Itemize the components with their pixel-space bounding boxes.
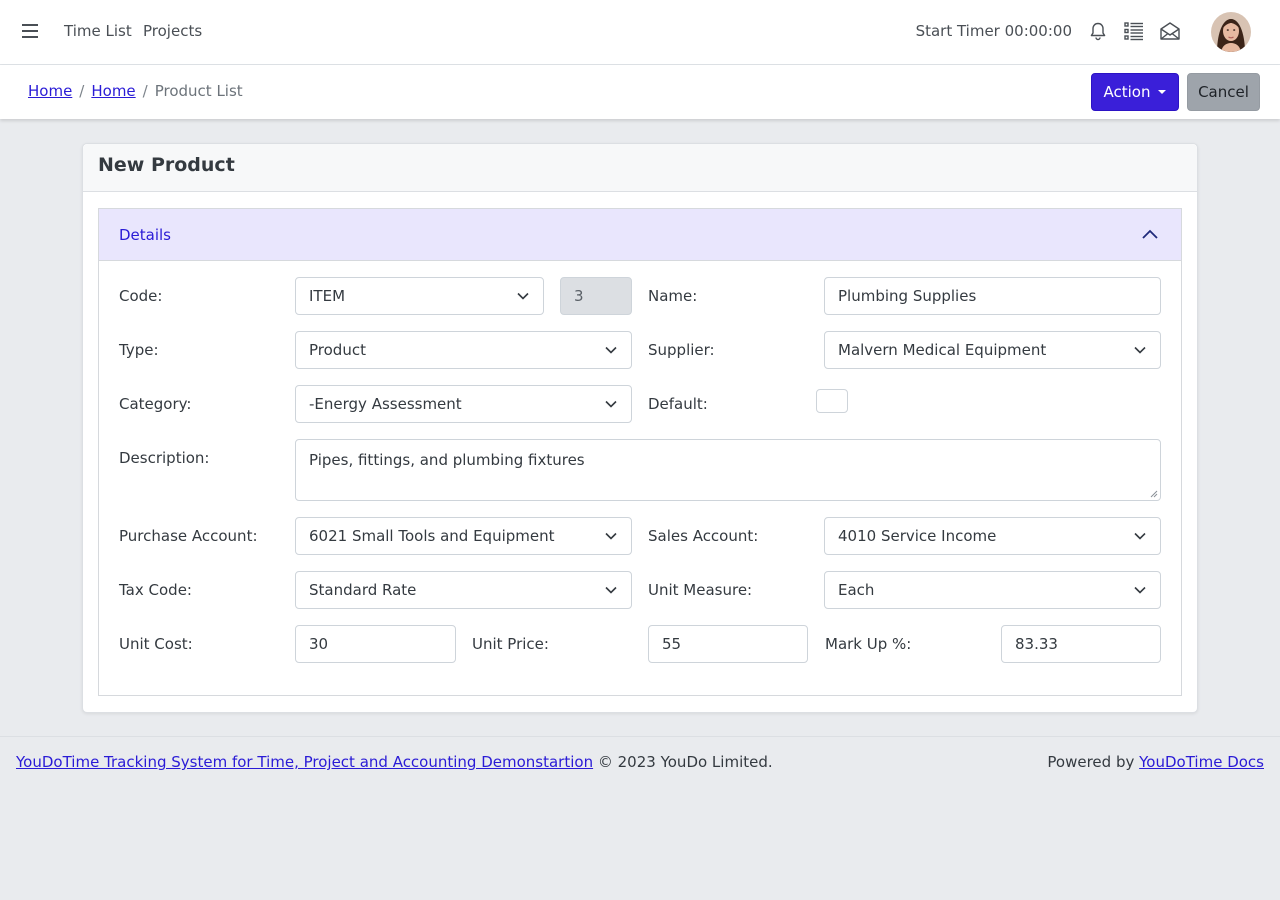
purchase-account-select[interactable]: 6021 Small Tools and Equipment [295, 517, 632, 555]
name-input[interactable]: Plumbing Supplies [824, 277, 1161, 315]
mark-up-label: Mark Up %: [825, 635, 912, 653]
chevron-down-icon [1134, 532, 1146, 540]
breadcrumb-current: Product List [154, 82, 243, 100]
bell-icon[interactable] [1087, 20, 1109, 42]
supplier-label: Supplier: [648, 341, 715, 359]
chevron-down-icon [1134, 346, 1146, 354]
footer-left: YouDoTime Tracking System for Time, Proj… [16, 753, 773, 771]
code-number-field: 3 [560, 277, 632, 315]
footer: YouDoTime Tracking System for Time, Proj… [0, 736, 1280, 786]
breadcrumb: Home / Home / Product List [28, 82, 243, 100]
mark-up-input[interactable]: 83.33 [1001, 625, 1161, 663]
purchase-account-label: Purchase Account: [119, 527, 258, 545]
tax-code-label: Tax Code: [119, 581, 192, 599]
category-label: Category: [119, 395, 192, 413]
chevron-down-icon [605, 400, 617, 408]
category-select-value: -Energy Assessment [309, 395, 462, 413]
start-timer[interactable]: Start Timer 00:00:00 [916, 22, 1072, 40]
unit-measure-select[interactable]: Each [824, 571, 1161, 609]
nav-time-list[interactable]: Time List [64, 22, 132, 40]
unit-price-label: Unit Price: [472, 635, 549, 653]
type-select-value: Product [309, 341, 366, 359]
hamburger-menu-icon[interactable] [22, 24, 38, 40]
type-label: Type: [119, 341, 159, 359]
unit-measure-value: Each [838, 581, 875, 599]
footer-app-link[interactable]: YouDoTime Tracking System for Time, Proj… [16, 753, 593, 771]
code-label: Code: [119, 287, 163, 305]
name-label: Name: [648, 287, 698, 305]
description-text: Pipes, fittings, and plumbing fixtures [309, 451, 585, 469]
chevron-down-icon [605, 532, 617, 540]
purchase-account-value: 6021 Small Tools and Equipment [309, 527, 555, 545]
footer-copyright: © 2023 YouDo Limited. [597, 753, 773, 771]
envelope-icon[interactable] [1159, 20, 1181, 42]
description-textarea[interactable]: Pipes, fittings, and plumbing fixtures [295, 439, 1161, 501]
user-avatar[interactable] [1211, 12, 1251, 52]
caret-down-icon [1158, 90, 1167, 94]
unit-price-input[interactable]: 55 [648, 625, 808, 663]
chevron-down-icon [605, 346, 617, 354]
default-label: Default: [648, 395, 708, 413]
resize-grip-icon[interactable] [1150, 490, 1158, 498]
footer-powered-by: Powered by [1047, 753, 1135, 771]
chevron-down-icon [605, 586, 617, 594]
chevron-down-icon [1134, 586, 1146, 594]
card-header: New Product [83, 144, 1197, 192]
chevron-down-icon [517, 292, 529, 300]
details-section: Details Code: ITEM 3 Name: Plumbing Supp… [98, 208, 1182, 696]
list-icon[interactable] [1123, 20, 1145, 42]
breadcrumb-separator: / [79, 82, 85, 100]
chevron-up-icon[interactable] [1141, 227, 1159, 241]
sales-account-select[interactable]: 4010 Service Income [824, 517, 1161, 555]
breadcrumb-home-2[interactable]: Home [91, 82, 135, 100]
unit-measure-label: Unit Measure: [648, 581, 753, 599]
page-title: New Product [98, 154, 235, 176]
code-select-value: ITEM [309, 287, 346, 305]
breadcrumb-home-1[interactable]: Home [28, 82, 72, 100]
footer-docs-link[interactable]: YouDoTime Docs [1139, 753, 1264, 771]
code-select[interactable]: ITEM [295, 277, 544, 315]
type-select[interactable]: Product [295, 331, 632, 369]
tax-code-select[interactable]: Standard Rate [295, 571, 632, 609]
unit-cost-label: Unit Cost: [119, 635, 193, 653]
action-dropdown-button[interactable]: Action [1091, 73, 1179, 111]
breadcrumb-bar: Home / Home / Product List Action Cancel [0, 65, 1280, 119]
top-navbar: Time List Projects Start Timer 00:00:00 [0, 0, 1280, 65]
default-checkbox[interactable] [816, 389, 848, 413]
sales-account-value: 4010 Service Income [838, 527, 997, 545]
supplier-select[interactable]: Malvern Medical Equipment [824, 331, 1161, 369]
sales-account-label: Sales Account: [648, 527, 759, 545]
cancel-button[interactable]: Cancel [1187, 73, 1260, 111]
footer-right: Powered by YouDoTime Docs [1047, 753, 1264, 771]
description-label: Description: [119, 449, 210, 467]
action-button-label: Action [1103, 83, 1151, 101]
breadcrumb-separator: / [142, 82, 148, 100]
details-section-header[interactable]: Details [99, 209, 1181, 261]
new-product-card: New Product Details Code: ITEM 3 Name: P… [82, 143, 1198, 713]
nav-projects[interactable]: Projects [143, 22, 202, 40]
unit-cost-input[interactable]: 30 [295, 625, 456, 663]
tax-code-value: Standard Rate [309, 581, 417, 599]
supplier-select-value: Malvern Medical Equipment [838, 341, 1047, 359]
category-select[interactable]: -Energy Assessment [295, 385, 632, 423]
details-section-title: Details [119, 226, 172, 244]
